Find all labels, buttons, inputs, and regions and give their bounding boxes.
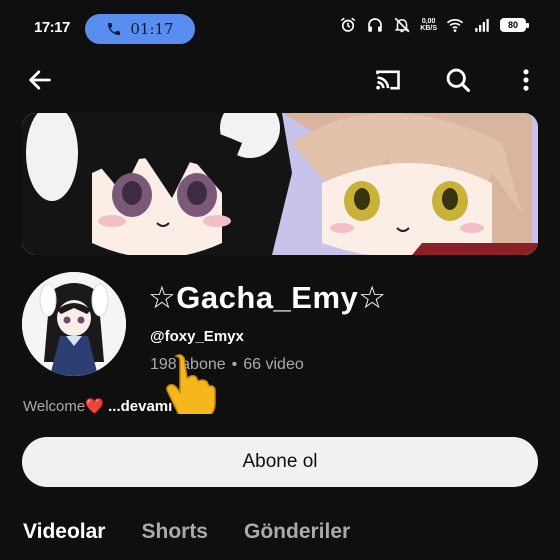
arrow-left-icon	[29, 70, 51, 90]
channel-handle: @foxy_Emyx	[150, 328, 244, 345]
tab-posts[interactable]: Gönderiler	[244, 520, 350, 544]
banner-artwork	[22, 113, 538, 255]
avatar-artwork	[22, 272, 126, 376]
system-icons: 0,00 KB/S 80	[339, 16, 529, 34]
channel-banner	[22, 113, 538, 255]
video-count: 66 video	[243, 356, 304, 373]
cast-icon	[376, 70, 400, 90]
subscribe-button[interactable]: Abone ol	[22, 437, 538, 487]
stats-separator: •	[231, 356, 238, 373]
channel-tabs: Videolar Shorts Gönderiler	[23, 520, 350, 544]
ongoing-call-pill[interactable]: 01:17	[85, 14, 195, 44]
network-speed: 0,00 KB/S	[420, 18, 437, 32]
network-speed-value: 0,00	[421, 18, 436, 25]
channel-name: ☆Gacha_Emy☆	[148, 280, 387, 315]
signal-icon	[475, 19, 489, 32]
tab-videos[interactable]: Videolar	[23, 520, 105, 544]
channel-description[interactable]: Welcome❤️ ...devamı	[23, 397, 172, 415]
description-text: Welcome	[23, 398, 86, 415]
tab-shorts[interactable]: Shorts	[141, 520, 208, 544]
heart-emoji: ❤️	[85, 398, 104, 415]
more-vert-icon	[523, 69, 529, 91]
status-time: 17:17	[34, 19, 70, 36]
channel-avatar[interactable]	[22, 272, 126, 376]
alarm-icon	[341, 17, 356, 32]
search-icon	[446, 68, 471, 93]
pointing-hand-icon	[160, 352, 218, 423]
search-button[interactable]	[436, 58, 480, 102]
app-bar	[0, 58, 560, 106]
cast-button[interactable]	[366, 58, 410, 102]
status-bar: 17:17 01:17 0,00 KB/S 80	[0, 0, 560, 52]
phone-icon	[108, 23, 121, 35]
network-speed-unit: KB/S	[420, 25, 437, 32]
wifi-icon	[446, 19, 464, 32]
back-button[interactable]	[18, 58, 62, 102]
more-options-button[interactable]	[504, 58, 548, 102]
call-duration: 01:17	[130, 20, 174, 38]
mute-bell-icon	[394, 17, 410, 33]
battery-icon: 80	[500, 18, 529, 32]
headphones-icon	[368, 18, 383, 32]
